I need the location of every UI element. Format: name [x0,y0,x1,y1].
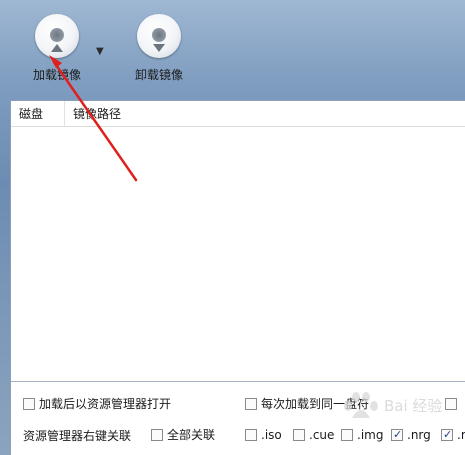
ext-img-option[interactable]: .img [341,427,383,443]
ext-iso-option[interactable]: .iso [245,427,282,443]
ext-img-label: .img [357,428,384,442]
ext-more-checkbox[interactable] [441,427,453,443]
column-header-disk[interactable]: 磁盘 [11,101,65,127]
baidu-paw-logo-icon: Bai 经验 [344,392,442,418]
ext-iso-label: .iso [261,428,282,442]
ext-cue-checkbox[interactable] [293,429,305,441]
baidu-watermark: Bai 经验 [336,384,456,424]
unload-image-label: 卸载镜像 [134,68,183,82]
context-menu-label: 资源管理器右键关联 [23,429,132,443]
unload-image-button[interactable]: 卸载镜像 [124,14,194,83]
toolbar: 加载镜像 ▼ 卸载镜像 [0,0,465,98]
ext-cue-option[interactable]: .cue [293,427,334,443]
load-image-label: 加载镜像 [32,68,81,82]
ext-nrg-option[interactable]: .nrg [391,427,431,443]
open-explorer-option[interactable]: 加载后以资源管理器打开 [23,396,171,412]
ext-iso-checkbox[interactable] [245,429,257,441]
ext-nrg-checkbox[interactable] [391,427,403,443]
all-assoc-label: 全部关联 [167,428,216,442]
watermark-text: Bai 经验 [384,397,442,415]
list-header: 磁盘 镜像路径 [11,101,465,127]
ext-nrg-label: .nrg [407,428,431,442]
ext-img-checkbox[interactable] [341,429,353,441]
image-list[interactable] [11,127,465,381]
open-explorer-checkbox[interactable] [23,398,35,410]
ext-more-option[interactable]: .r [441,427,465,443]
load-disc-icon [35,14,79,58]
unload-disc-icon [137,14,181,58]
load-dropdown-arrow-icon[interactable]: ▼ [96,46,104,57]
open-explorer-label: 加载后以资源管理器打开 [39,397,172,411]
all-assoc-checkbox[interactable] [151,429,163,441]
ext-more-label: .r [457,428,465,442]
load-image-button[interactable]: 加载镜像 [22,14,92,83]
same-drive-checkbox[interactable] [245,398,257,410]
all-assoc-option[interactable]: 全部关联 [151,427,215,443]
column-header-image-path[interactable]: 镜像路径 [65,101,465,127]
ext-cue-label: .cue [309,428,335,442]
